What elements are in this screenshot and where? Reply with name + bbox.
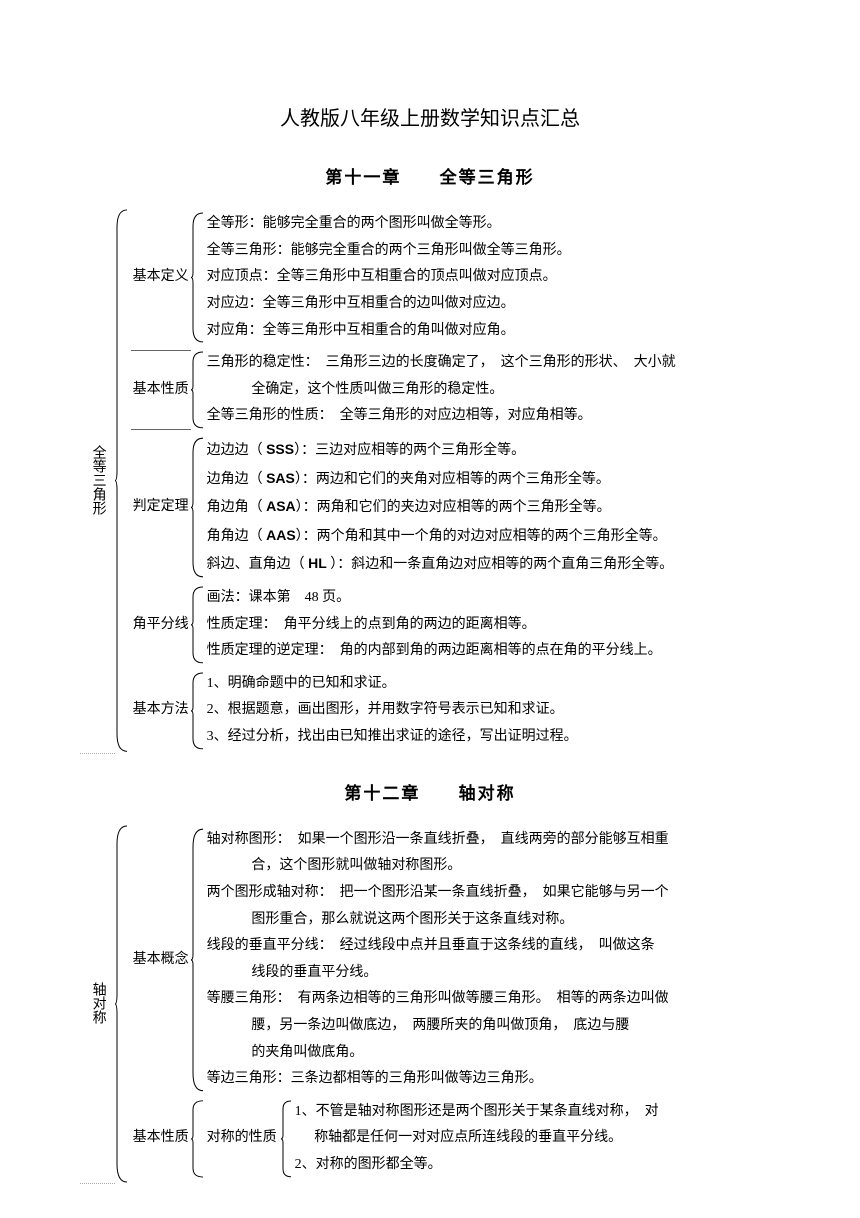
chapter-name: 轴对称	[459, 784, 516, 803]
definition-line: 对应角：全等三角形中互相重合的角叫做对应角。	[207, 318, 780, 345]
chapter-11-title: 第十一章 全等三角形	[80, 162, 780, 194]
chapter-11-outline: 全等三角形 基本定义 全等形：能够完全重合的两个图形叫做全等形。 全等三角形：能…	[80, 208, 780, 753]
section-label: 基本性质	[131, 350, 191, 430]
theorem-line: 角角边（ AAS）：两个角和其中一个角的对边对应相等的两个三角形全等。	[207, 522, 780, 551]
section-basic-property-12: 基本性质 对称的性质 1、不管是轴对称图形还是两个图形关于某条直线对称， 对 称…	[131, 1099, 780, 1179]
property-line: 全确定，这个性质叫做三角形的稳定性。	[207, 377, 780, 404]
section-basic-definition: 基本定义 全等形：能够完全重合的两个图形叫做全等形。 全等三角形：能够完全重合的…	[131, 211, 780, 344]
brace-icon	[281, 1099, 293, 1179]
section-label: 基本性质	[131, 1099, 191, 1179]
concept-line: 等腰三角形： 有两条边相等的三角形叫做等腰三角形。 相等的两条边叫做	[207, 986, 780, 1013]
theorem-line: 边角边（ SAS）：两边和它们的夹角对应相等的两个三角形全等。	[207, 465, 780, 494]
method-line: 1、明确命题中的已知和求证。	[207, 671, 780, 698]
chapter-12-title: 第十二章 轴对称	[80, 778, 780, 810]
theorem-line: 斜边、直角边（ HL ）：斜边和一条直角边对应相等的两个直角三角形全等。	[207, 550, 780, 579]
concept-line: 合，这个图形就叫做轴对称图形。	[207, 853, 780, 880]
concept-line: 腰，另一条边叫做底边， 两腰所夹的角叫做顶角， 底边与腰	[207, 1013, 780, 1040]
brace-icon	[191, 1099, 205, 1179]
property-line: 全等三角形的性质： 全等三角形的对应边相等，对应角相等。	[207, 403, 780, 430]
bisector-line: 性质定理： 角平分线上的点到角的两边的距离相等。	[207, 612, 780, 639]
concept-line: 的夹角叫做底角。	[207, 1040, 780, 1067]
definition-line: 全等形：能够完全重合的两个图形叫做全等形。	[207, 211, 780, 238]
symmetry-property-line: 称轴都是任何一对对应点所连线段的垂直平分线。	[295, 1125, 780, 1152]
theorem-line: 边边边（ SSS）：三边对应相等的两个三角形全等。	[207, 436, 780, 465]
concept-line: 图形重合，那么就说这两个图形关于这条直线对称。	[207, 907, 780, 934]
definition-line: 对应边：全等三角形中互相重合的边叫做对应边。	[207, 291, 780, 318]
property-line: 三角形的稳定性： 三角形三边的长度确定了， 这个三角形的形状、 大小就	[207, 350, 780, 377]
brace-icon	[191, 671, 205, 751]
brace-icon	[191, 350, 205, 430]
section-basic-property: 基本性质 三角形的稳定性： 三角形三边的长度确定了， 这个三角形的形状、 大小就…	[131, 350, 780, 430]
concept-line: 两个图形成轴对称： 把一个图形沿某一条直线折叠， 如果它能够与另一个	[207, 880, 780, 907]
section-label: 角平分线	[131, 585, 191, 665]
concept-line: 等边三角形：三条边都相等的三角形叫做等边三角形。	[207, 1066, 780, 1093]
section-basic-method: 基本方法 1、明确命题中的已知和求证。 2、根据题意，画出图形，并用数字符号表示…	[131, 671, 780, 751]
chapter-12-outline: 轴对称 基本概念 轴对称图形： 如果一个图形沿一条直线折叠， 直线两旁的部分能够…	[80, 824, 780, 1184]
brace-icon	[191, 211, 205, 344]
main-title: 人教版八年级上册数学知识点汇总	[80, 100, 780, 138]
section-label: 基本定义	[131, 211, 191, 344]
concept-line: 轴对称图形： 如果一个图形沿一条直线折叠， 直线两旁的部分能够互相重	[207, 827, 780, 854]
method-line: 3、经过分析，找出由已知推出求证的途径，写出证明过程。	[207, 724, 780, 751]
concept-line: 线段的垂直平分线。	[207, 960, 780, 987]
section-label: 判定定理	[131, 436, 191, 579]
bisector-line: 画法：课本第 48 页。	[207, 585, 780, 612]
brace-icon	[191, 436, 205, 579]
brace-icon	[191, 827, 205, 1093]
chapter-name: 全等三角形	[440, 168, 535, 187]
root-label-congruent-triangle: 全等三角形	[80, 208, 115, 753]
section-label: 基本概念	[131, 827, 191, 1093]
section-angle-bisector: 角平分线 画法：课本第 48 页。 性质定理： 角平分线上的点到角的两边的距离相…	[131, 585, 780, 665]
chapter-number: 第十二章	[344, 778, 420, 810]
section-label: 基本方法	[131, 671, 191, 751]
sub-label: 对称的性质	[207, 1099, 281, 1179]
symmetry-property-line: 2、对称的图形都全等。	[295, 1152, 780, 1179]
concept-line: 线段的垂直平分线： 经过线段中点并且垂直于这条线的直线， 叫做这条	[207, 933, 780, 960]
theorem-line: 角边角（ ASA）：两角和它们的夹边对应相等的两个三角形全等。	[207, 493, 780, 522]
brace-icon	[115, 824, 129, 1184]
section-judgement-theorem: 判定定理 边边边（ SSS）：三边对应相等的两个三角形全等。 边角边（ SAS）…	[131, 436, 780, 579]
definition-line: 全等三角形：能够完全重合的两个三角形叫做全等三角形。	[207, 238, 780, 265]
symmetry-property-line: 1、不管是轴对称图形还是两个图形关于某条直线对称， 对	[295, 1099, 780, 1126]
bisector-line: 性质定理的逆定理： 角的内部到角的两边距离相等的点在角的平分线上。	[207, 638, 780, 665]
definition-line: 对应顶点：全等三角形中互相重合的顶点叫做对应顶点。	[207, 264, 780, 291]
brace-icon	[115, 208, 129, 753]
section-basic-concept: 基本概念 轴对称图形： 如果一个图形沿一条直线折叠， 直线两旁的部分能够互相重 …	[131, 827, 780, 1093]
root-label-axial-symmetry: 轴对称	[80, 824, 115, 1184]
brace-icon	[191, 585, 205, 665]
sub-symmetry-property: 对称的性质 1、不管是轴对称图形还是两个图形关于某条直线对称， 对 称轴都是任何…	[207, 1099, 780, 1179]
method-line: 2、根据题意，画出图形，并用数字符号表示已知和求证。	[207, 697, 780, 724]
chapter-number: 第十一章	[325, 162, 401, 194]
